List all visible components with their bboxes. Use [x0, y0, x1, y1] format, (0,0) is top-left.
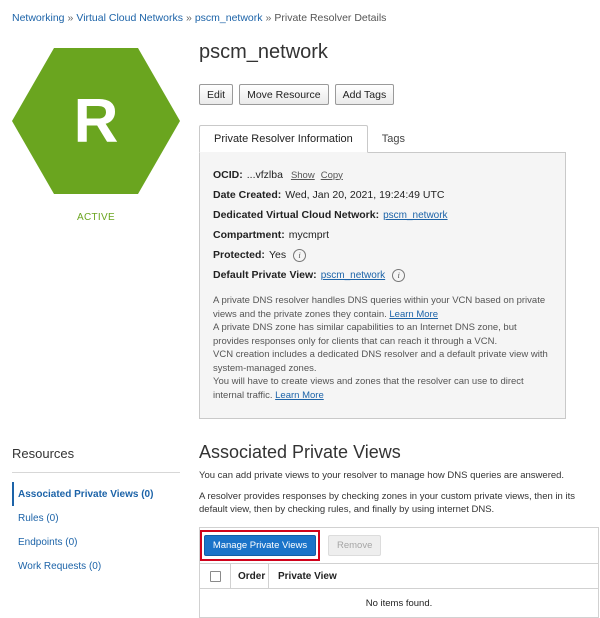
- resources-nav: Associated Private Views (0) Rules (0) E…: [12, 482, 180, 578]
- ocid-show-link[interactable]: Show: [291, 170, 315, 181]
- dedicated-vcn-row: Dedicated Virtual Cloud Network: pscm_ne…: [213, 205, 552, 225]
- select-all-checkbox[interactable]: [209, 570, 221, 582]
- default-view-link[interactable]: pscm_network: [321, 270, 385, 281]
- resources-item-endpoints[interactable]: Endpoints (0): [12, 530, 180, 554]
- column-header-order[interactable]: Order: [231, 563, 269, 589]
- date-created-label: Date Created:: [213, 189, 282, 201]
- select-all-cell: [200, 563, 231, 589]
- default-view-row: Default Private View: pscm_network i: [213, 265, 552, 285]
- resources-item-work-requests[interactable]: Work Requests (0): [12, 554, 180, 578]
- default-view-label: Default Private View:: [213, 269, 317, 281]
- page-title: pscm_network: [199, 41, 328, 63]
- breadcrumb-separator: »: [265, 12, 272, 24]
- highlight-box: Manage Private Views: [200, 530, 320, 561]
- info-panel: OCID: ...vfzlba Show Copy Date Created: …: [199, 152, 566, 419]
- dedicated-vcn-link[interactable]: pscm_network: [383, 210, 447, 221]
- compartment-label: Compartment:: [213, 229, 285, 241]
- resources-item-rules[interactable]: Rules (0): [12, 506, 180, 530]
- resources-item-associated-private-views[interactable]: Associated Private Views (0): [12, 482, 180, 506]
- private-views-table: Manage Private Views Remove Order Privat…: [199, 527, 599, 618]
- section-explanation: A resolver provides responses by checkin…: [199, 491, 575, 515]
- status-badge: ACTIVE: [77, 212, 115, 223]
- resources-heading: Resources: [12, 446, 75, 461]
- protected-row: Protected: Yes i: [213, 245, 552, 265]
- resource-hexagon-icon: R: [12, 48, 180, 194]
- ocid-copy-link[interactable]: Copy: [321, 170, 343, 181]
- protected-value: Yes: [268, 249, 287, 261]
- description-text: A private DNS resolver handles DNS queri…: [213, 295, 546, 320]
- column-header-private-view[interactable]: Private View: [269, 571, 337, 582]
- remove-button[interactable]: Remove: [328, 535, 382, 556]
- empty-message: No items found.: [365, 597, 433, 609]
- manage-private-views-button[interactable]: Manage Private Views: [203, 535, 317, 556]
- dedicated-vcn-label: Dedicated Virtual Cloud Network:: [213, 209, 380, 221]
- ocid-label: OCID:: [213, 169, 243, 181]
- info-icon[interactable]: i: [392, 268, 406, 282]
- description-text: You will have to create views and zones …: [213, 376, 524, 401]
- learn-more-link[interactable]: Learn More: [389, 309, 438, 320]
- resolver-description: A private DNS resolver handles DNS queri…: [213, 294, 552, 402]
- resource-icon-letter: R: [74, 87, 119, 156]
- breadcrumb-vcn[interactable]: Virtual Cloud Networks: [76, 12, 183, 24]
- resources-divider: [12, 472, 180, 473]
- move-resource-button[interactable]: Move Resource: [239, 84, 329, 105]
- tab-private-resolver-information[interactable]: Private Resolver Information: [199, 125, 368, 153]
- breadcrumb-current: Private Resolver Details: [274, 12, 387, 24]
- compartment-value: mycmprt: [288, 229, 330, 241]
- section-title: Associated Private Views: [199, 442, 401, 462]
- description-text: VCN creation includes a dedicated DNS re…: [213, 349, 548, 374]
- tab-tags[interactable]: Tags: [368, 125, 419, 153]
- add-tags-button[interactable]: Add Tags: [334, 84, 395, 105]
- compartment-row: Compartment: mycmprt: [213, 225, 552, 245]
- breadcrumb-pscm-network[interactable]: pscm_network: [195, 12, 263, 24]
- breadcrumb: Networking» Virtual Cloud Networks» pscm_n…: [12, 12, 386, 24]
- detail-tabs: Private Resolver Information Tags: [199, 125, 419, 153]
- info-icon[interactable]: i: [293, 248, 307, 262]
- section-intro: You can add private views to your resolv…: [199, 470, 565, 481]
- action-bar: Edit Move Resource Add Tags: [199, 84, 395, 105]
- date-created-row: Date Created: Wed, Jan 20, 2021, 19:24:4…: [213, 185, 552, 205]
- protected-label: Protected:: [213, 249, 265, 261]
- date-created-value: Wed, Jan 20, 2021, 19:24:49 UTC: [285, 189, 445, 201]
- breadcrumb-separator: »: [67, 12, 74, 24]
- breadcrumb-separator: »: [185, 12, 192, 24]
- learn-more-link[interactable]: Learn More: [275, 390, 324, 401]
- edit-button[interactable]: Edit: [199, 84, 234, 105]
- description-text: A private DNS zone has similar capabilit…: [213, 322, 517, 347]
- breadcrumb-networking[interactable]: Networking: [12, 12, 65, 24]
- table-toolbar: Manage Private Views Remove: [200, 528, 598, 564]
- ocid-value: ...vfzlba: [246, 169, 283, 181]
- ocid-row: OCID: ...vfzlba Show Copy: [213, 165, 552, 185]
- table-header: Order Private View: [200, 563, 598, 589]
